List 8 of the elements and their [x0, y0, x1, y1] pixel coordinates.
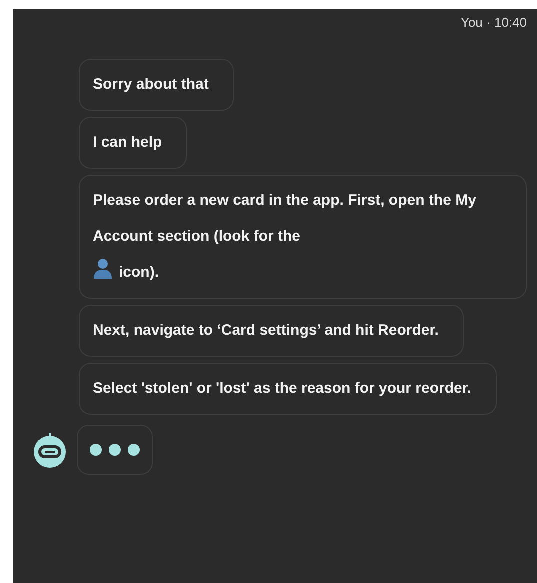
person-icon [93, 258, 113, 280]
robot-icon [33, 432, 67, 468]
sender-timestamp: You · 10:40 [460, 14, 527, 32]
message-text: I can help [93, 134, 162, 150]
message-text: Next, navigate to ‘Card settings’ and hit Reorder. [93, 322, 439, 338]
message-text: Sorry about that [93, 76, 209, 92]
message-text: Select 'stolen' or 'lost' as the reason for your reorder. [93, 380, 472, 396]
message-text: icon). [119, 264, 159, 280]
